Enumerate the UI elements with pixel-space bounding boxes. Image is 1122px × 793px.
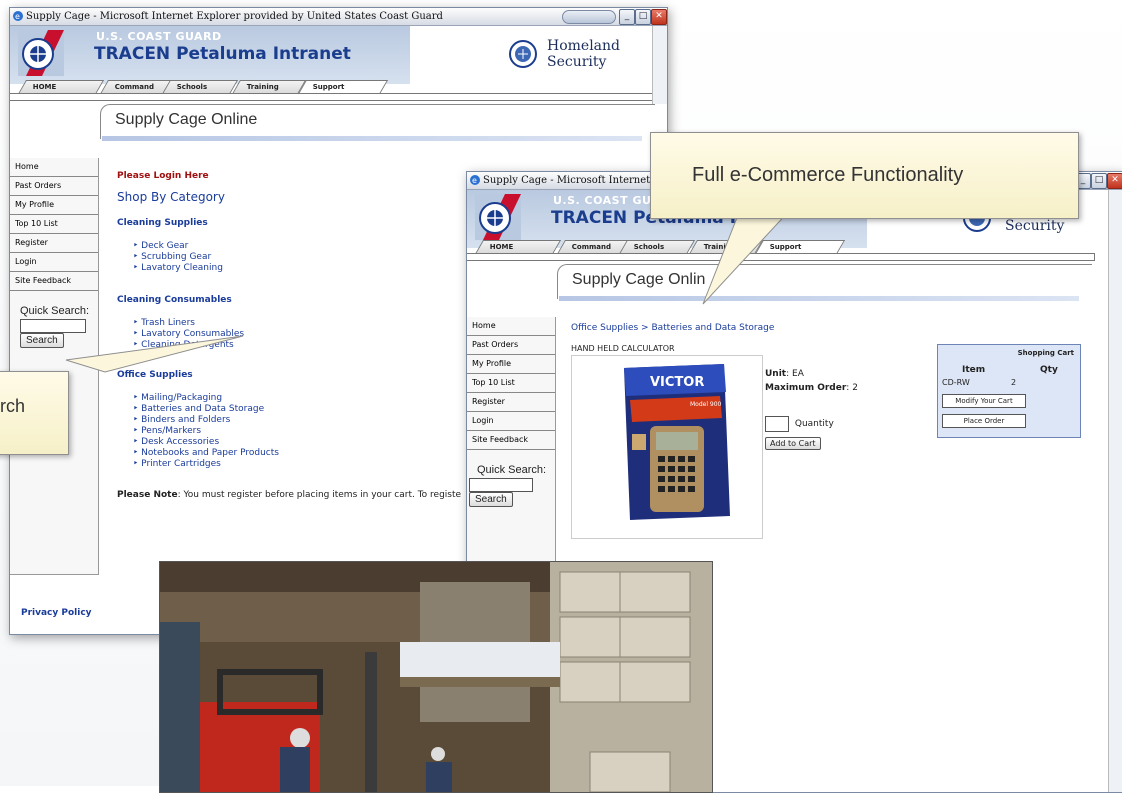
warehouse-photo [159, 561, 713, 793]
product-model: Model 900 [690, 401, 722, 408]
sidebar-item-past-orders[interactable]: Past Orders [467, 336, 555, 355]
register-note: Please Note: You must register before pl… [117, 490, 462, 500]
quantity-input[interactable] [765, 416, 789, 432]
ecommerce-callout-text: Full e-Commerce Functionality [692, 164, 964, 186]
search-callout-text: rch [0, 396, 26, 416]
search-button[interactable]: Search [469, 492, 513, 507]
unit-row: Unit: EA [765, 369, 804, 379]
quantity-row: Quantity [765, 416, 834, 432]
cart-title: Shopping Cart [1017, 349, 1074, 357]
add-to-cart-button[interactable]: Add to Cart [765, 437, 821, 450]
privacy-policy-link[interactable]: Privacy Policy [21, 608, 92, 618]
cart-item-qty: 2 [1011, 378, 1017, 387]
quick-search-label: Quick Search: [477, 464, 547, 476]
search-callout-box: rch [0, 371, 69, 455]
cart-item-name: CD-RW [942, 378, 970, 387]
sidebar-item-my-profile[interactable]: My Profile [467, 355, 555, 374]
quick-search-input[interactable] [469, 478, 533, 492]
sidebar-item-top-10[interactable]: Top 10 List [467, 374, 555, 393]
forklift-warehouse-image [160, 562, 712, 792]
product-image: VICTOR Model 900 [571, 355, 763, 539]
close-button[interactable]: ✕ [1107, 173, 1122, 189]
dhs-text: Security [1005, 218, 1065, 234]
product-details: Unit: EA Maximum Order: 2 [765, 367, 858, 395]
product-name: HAND HELD CALCULATOR [571, 344, 675, 353]
product-brand: VICTOR [650, 375, 704, 390]
breadcrumb[interactable]: Office Supplies > Batteries and Data Sto… [571, 323, 774, 334]
cart-col-item: Item [962, 365, 986, 375]
shopping-cart: Shopping Cart Item Qty CD-RW 2 Modify Yo… [937, 344, 1081, 438]
place-order-button[interactable]: Place Order [942, 414, 1026, 428]
max-order-row: Maximum Order: 2 [765, 383, 858, 393]
sidebar-item-register[interactable]: Register [467, 393, 555, 412]
maximize-button[interactable]: □ [1091, 173, 1107, 189]
calculator-icon: VICTOR Model 900 [624, 364, 730, 520]
modify-cart-button[interactable]: Modify Your Cart [942, 394, 1026, 408]
scrollbar[interactable] [1108, 190, 1122, 792]
sidebar-item-login[interactable]: Login [467, 412, 555, 431]
cart-col-qty: Qty [1040, 365, 1058, 375]
ecommerce-callout-box: Full e-Commerce Functionality [650, 132, 1079, 219]
sidebar-item-site-feedback[interactable]: Site Feedback [467, 431, 555, 450]
quantity-label: Quantity [794, 419, 834, 429]
